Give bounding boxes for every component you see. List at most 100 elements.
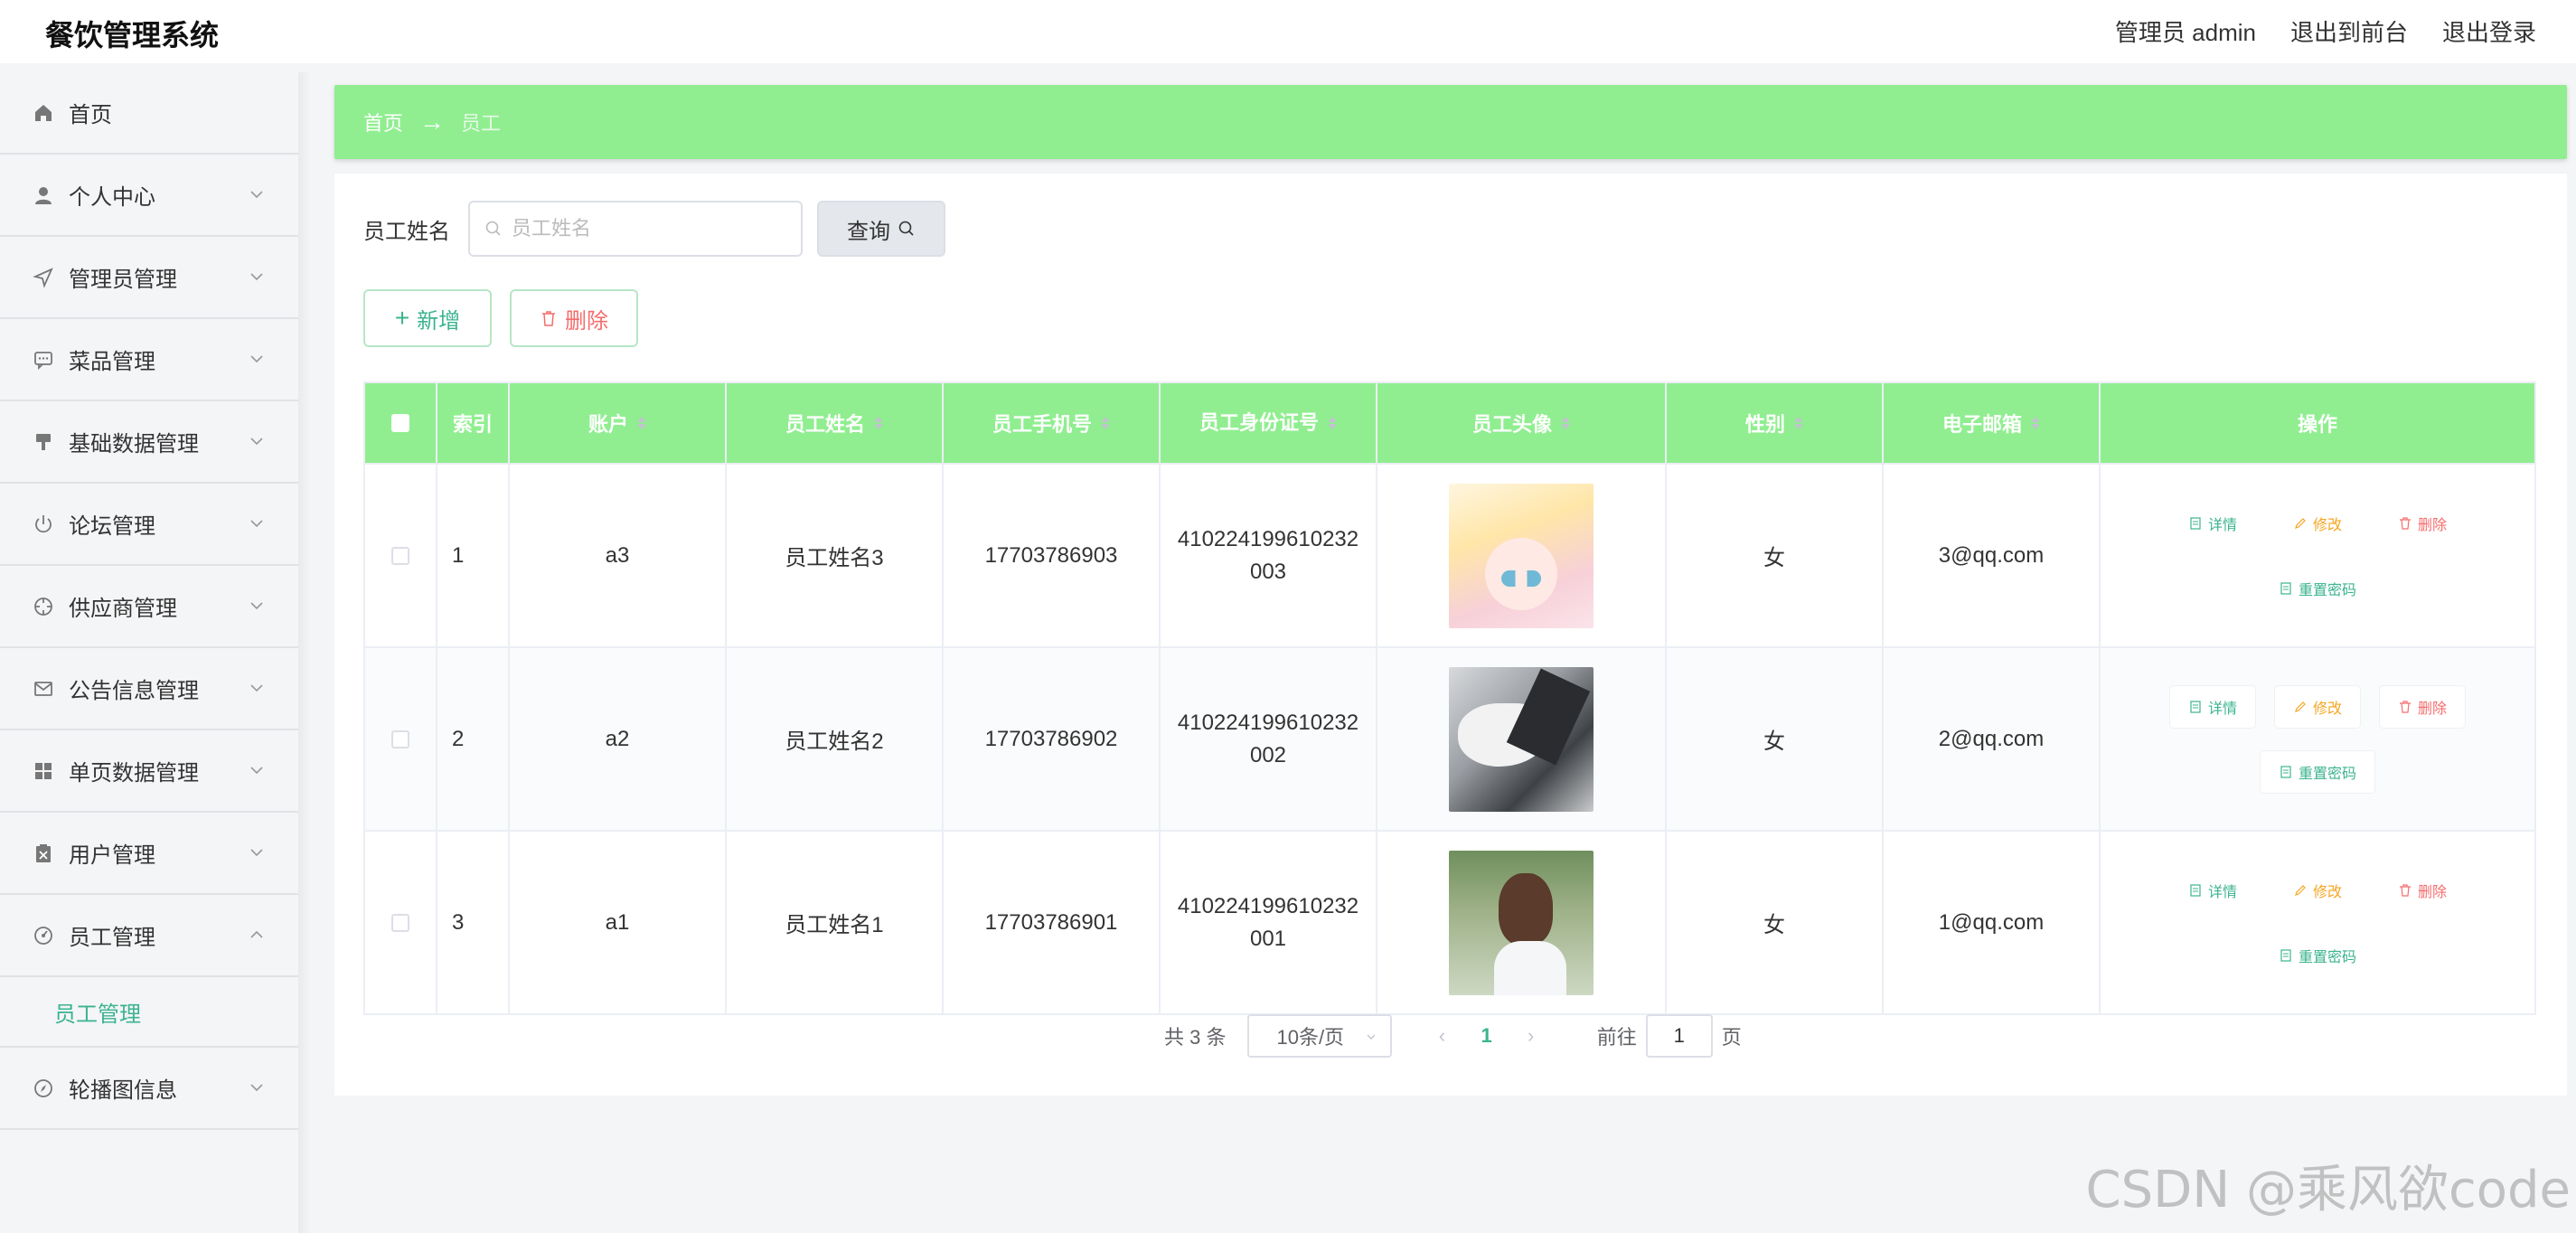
batch-delete-label: 删除 (565, 308, 608, 334)
document-icon (2280, 948, 2291, 962)
delete-button[interactable]: 删除 (2380, 869, 2466, 911)
trash-icon (2400, 883, 2411, 897)
row-checkbox[interactable] (391, 729, 409, 748)
detail-button[interactable]: 详情 (2169, 869, 2255, 911)
sidebar-subitem-staff-manage[interactable]: 员工管理 (0, 977, 298, 1048)
goto-page-input[interactable] (1645, 1014, 1713, 1058)
sidebar-item-personal-center[interactable]: 个人中心 (0, 155, 298, 237)
page-number-current[interactable]: 1 (1481, 1024, 1491, 1048)
detail-button[interactable]: 详情 (2169, 502, 2255, 544)
chevron-down-icon (250, 1084, 263, 1092)
col-account[interactable]: 账户 (510, 383, 727, 463)
sidebar-shadow (298, 72, 311, 1233)
main-area: 首页 → 员工 员工姓名 查询 + 新增 删除 (334, 85, 2567, 1096)
document-icon (2280, 765, 2291, 778)
add-button[interactable]: + 新增 (363, 289, 492, 347)
avatar-image[interactable] (1449, 483, 1594, 628)
select-all-cell (365, 383, 437, 463)
row-checkbox-cell (365, 648, 437, 830)
row-checkbox[interactable] (391, 913, 409, 932)
cell-avatar (1377, 648, 1667, 830)
watermark: CSDN @乘风欲code (2085, 1161, 2571, 1219)
col-email[interactable]: 电子邮箱 (1884, 383, 2101, 463)
document-icon (2190, 516, 2201, 530)
sidebar-item-single-page[interactable]: 单页数据管理 (0, 730, 298, 813)
compass-icon (31, 1076, 56, 1101)
sidebar-item-dish-manage[interactable]: 菜品管理 (0, 319, 298, 401)
sidebar-item-base-data[interactable]: 基础数据管理 (0, 401, 298, 484)
sort-icon (2031, 417, 2040, 429)
document-icon (2190, 883, 2201, 897)
col-avatar-label: 员工头像 (1471, 413, 1552, 436)
search-label: 员工姓名 (363, 219, 450, 244)
goto-suffix: 页 (1721, 1026, 1742, 1049)
reset-password-button[interactable]: 重置密码 (2260, 750, 2374, 793)
staff-table: 索引 账户 员工姓名 员工手机号 员工身份证号 员工头像 性别 电子邮箱 操作 … (363, 381, 2536, 1015)
col-sex[interactable]: 性别 (1667, 383, 1884, 463)
col-avatar[interactable]: 员工头像 (1377, 383, 1667, 463)
breadcrumb-home[interactable]: 首页 (363, 108, 403, 136)
query-button[interactable]: 查询 (817, 201, 945, 257)
cell-index: 3 (437, 832, 510, 1013)
col-id-number[interactable]: 员工身份证号 (1161, 383, 1377, 463)
col-name[interactable]: 员工姓名 (727, 383, 944, 463)
reset-password-button[interactable]: 重置密码 (2260, 934, 2374, 976)
staff-name-search-input[interactable] (512, 217, 783, 240)
sidebar-item-staff-manage[interactable]: 员工管理 (0, 895, 298, 977)
page-size-value: 10条/页 (1276, 1026, 1345, 1049)
grid-icon (31, 758, 56, 784)
cell-sex: 女 (1667, 465, 1884, 646)
id-line: 410224199610232 (1177, 526, 1359, 551)
avatar-image[interactable] (1449, 666, 1594, 812)
send-icon (31, 265, 56, 290)
sort-icon (1561, 417, 1570, 429)
chevron-down-icon (250, 273, 263, 281)
logout-link[interactable]: 退出登录 (2442, 14, 2536, 48)
sidebar-item-user-manage[interactable]: 用户管理 (0, 813, 298, 895)
sidebar-item-home[interactable]: 首页 (0, 72, 298, 155)
sidebar-item-label: 基础数据管理 (69, 432, 199, 456)
chevron-down-icon (250, 191, 263, 199)
back-to-front-link[interactable]: 退出到前台 (2290, 14, 2408, 48)
user-icon (31, 183, 56, 208)
col-sex-label: 性别 (1744, 413, 1785, 436)
row-checkbox[interactable] (391, 546, 409, 565)
reset-password-button[interactable]: 重置密码 (2260, 567, 2374, 609)
avatar-image[interactable] (1449, 850, 1594, 995)
sidebar-item-forum[interactable]: 论坛管理 (0, 484, 298, 566)
document-icon (2190, 700, 2201, 713)
pagination-total: 共 3 条 (1164, 1026, 1227, 1049)
sidebar-item-label: 供应商管理 (69, 597, 177, 621)
sidebar-item-label: 单页数据管理 (69, 761, 199, 786)
sidebar-item-notice[interactable]: 公告信息管理 (0, 648, 298, 730)
sidebar-item-label: 管理员管理 (69, 268, 177, 292)
sidebar-item-carousel[interactable]: 轮播图信息 (0, 1048, 298, 1130)
detail-label: 详情 (2207, 884, 2237, 900)
cell-sex: 女 (1667, 832, 1884, 1013)
col-phone-label: 员工手机号 (992, 413, 1092, 436)
delete-button[interactable]: 删除 (2380, 502, 2466, 544)
brush-icon (31, 429, 56, 455)
prev-page-button[interactable]: ‹ (1428, 1024, 1455, 1048)
table-row: 1 a3 员工姓名3 17703786903 410224199610232 00… (365, 463, 2534, 646)
reset-password-label: 重置密码 (2298, 582, 2356, 598)
edit-button[interactable]: 修改 (2274, 869, 2360, 911)
trash-icon (2400, 700, 2411, 713)
edit-button[interactable]: 修改 (2274, 502, 2360, 544)
next-page-button[interactable]: › (1518, 1024, 1545, 1048)
page-size-select[interactable]: 10条/页 (1247, 1014, 1393, 1058)
cell-email: 2@qq.com (1884, 648, 2101, 830)
select-all-checkbox[interactable] (391, 414, 409, 432)
col-id-label: 员工身份证号 (1199, 411, 1319, 434)
cell-phone: 17703786901 (944, 832, 1161, 1013)
edit-button[interactable]: 修改 (2274, 685, 2360, 728)
sort-icon (1101, 417, 1110, 429)
batch-delete-button[interactable]: 删除 (510, 289, 638, 347)
sidebar-item-admin-manage[interactable]: 管理员管理 (0, 237, 298, 319)
id-line: 003 (1249, 559, 1287, 584)
col-phone[interactable]: 员工手机号 (944, 383, 1161, 463)
delete-button[interactable]: 删除 (2380, 685, 2466, 728)
sidebar-item-label: 个人中心 (69, 185, 155, 210)
detail-button[interactable]: 详情 (2169, 685, 2255, 728)
sidebar-item-supplier[interactable]: 供应商管理 (0, 566, 298, 648)
